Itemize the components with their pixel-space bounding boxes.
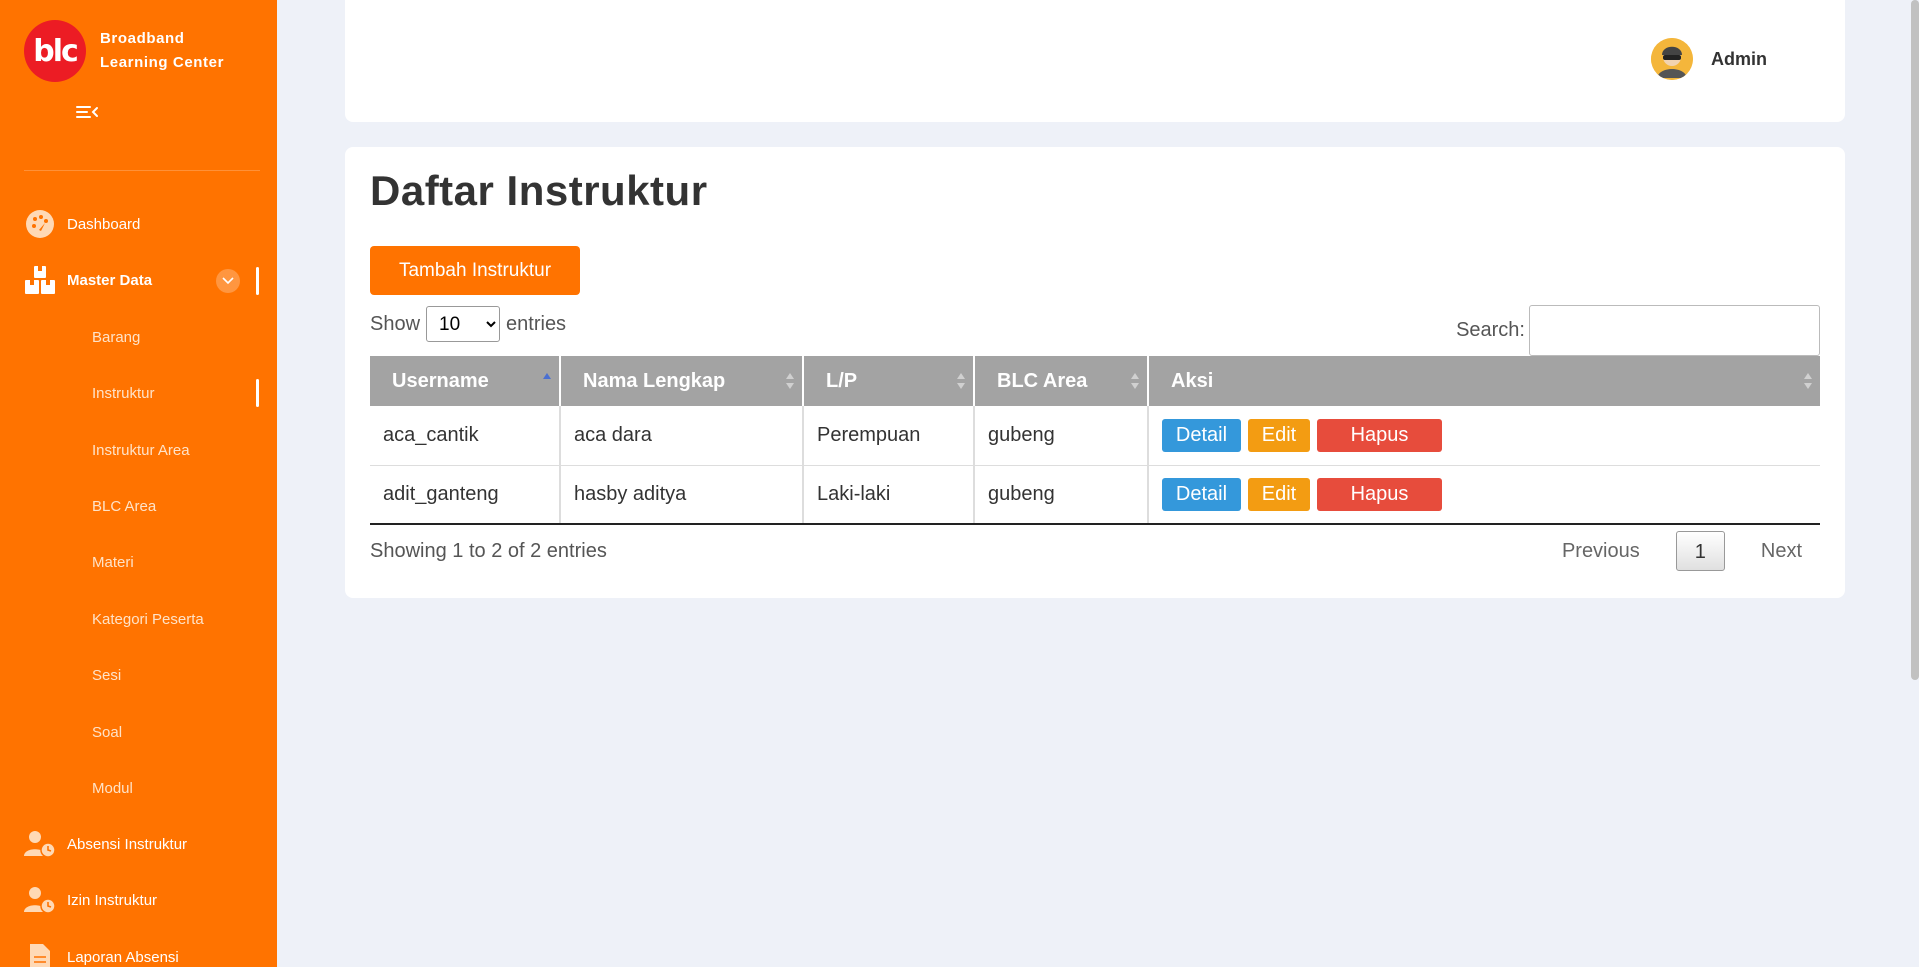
sidebar-item-dashboard[interactable]: Dashboard xyxy=(0,202,277,246)
search-label: Search: xyxy=(1456,319,1525,341)
sidebar-item-label: Barang xyxy=(92,328,141,346)
user-clock-icon xyxy=(24,828,56,860)
sidebar: blc Broadband Learning Center Dashboard … xyxy=(0,0,277,967)
hapus-button[interactable]: Hapus xyxy=(1317,477,1442,511)
cell-blc-area: gubeng xyxy=(974,406,1149,466)
sidebar-item-instruktur[interactable]: Instruktur xyxy=(0,371,277,415)
table-header-row: Username Nama Lengkap L/P BLC Area Aksi xyxy=(370,356,1820,406)
hapus-button[interactable]: Hapus xyxy=(1317,418,1442,452)
table-row: aca_cantik aca dara Perempuan gubeng Det… xyxy=(370,406,1820,466)
sidebar-item-label: Izin Instruktur xyxy=(67,891,158,909)
sort-icon xyxy=(786,373,794,389)
detail-button[interactable]: Detail xyxy=(1162,418,1241,452)
entries-length: Show 10 entries xyxy=(370,305,566,343)
cell-blc-area: gubeng xyxy=(974,465,1149,525)
sidebar-divider xyxy=(24,170,260,171)
avatar xyxy=(1651,38,1693,80)
cell-username: aca_cantik xyxy=(370,406,561,466)
column-label: L/P xyxy=(826,369,858,392)
sidebar-item-blc-area[interactable]: BLC Area xyxy=(0,484,277,528)
sidebar-item-label: Absensi Instruktur xyxy=(67,835,188,853)
instruktur-card: Daftar Instruktur Tambah Instruktur Show… xyxy=(345,147,1845,598)
column-header-username[interactable]: Username xyxy=(370,356,561,406)
master-data-active-indicator xyxy=(256,267,259,295)
pagination-next[interactable]: Next xyxy=(1743,531,1820,571)
page-title: Daftar Instruktur xyxy=(370,167,708,214)
search-input[interactable] xyxy=(1529,305,1820,356)
cell-aksi: Detail Edit Hapus xyxy=(1148,465,1820,525)
sort-icon xyxy=(1804,373,1812,389)
instruktur-active-indicator xyxy=(256,379,259,407)
user-clock-icon xyxy=(24,884,56,916)
sidebar-item-label: Master Data xyxy=(67,271,153,289)
blc-logo: blc xyxy=(24,20,86,82)
sidebar-item-laporan-absensi[interactable]: Laporan Absensi xyxy=(0,935,277,967)
brand-line2: Learning Center xyxy=(100,54,225,71)
sidebar-item-label: Dashboard xyxy=(67,215,141,233)
sidebar-item-label: Instruktur xyxy=(92,384,155,402)
sidebar-item-label: BLC Area xyxy=(92,497,157,515)
sidebar-item-kategori-peserta[interactable]: Kategori Peserta xyxy=(0,597,277,641)
length-label-entries: entries xyxy=(506,312,567,335)
column-header-lp[interactable]: L/P xyxy=(803,356,975,406)
sidebar-item-soal[interactable]: Soal xyxy=(0,710,277,754)
sidebar-item-label: Materi xyxy=(92,553,134,571)
user-name: Admin xyxy=(1711,48,1767,69)
pagination-page-1[interactable]: 1 xyxy=(1675,531,1725,571)
boxes-icon xyxy=(24,264,56,296)
length-label-show: Show xyxy=(370,312,421,335)
sidebar-item-label: Modul xyxy=(92,779,133,797)
column-label: BLC Area xyxy=(997,369,1088,392)
column-label: Nama Lengkap xyxy=(583,369,726,392)
cell-nama-lengkap: hasby aditya xyxy=(560,465,804,525)
entries-select[interactable]: 10 xyxy=(426,306,501,342)
column-header-aksi[interactable]: Aksi xyxy=(1148,356,1820,406)
cell-lp: Perempuan xyxy=(803,406,975,466)
column-label: Aksi xyxy=(1171,369,1214,392)
sidebar-item-materi[interactable]: Materi xyxy=(0,540,277,584)
cell-username: adit_ganteng xyxy=(370,465,561,525)
table-search: Search: xyxy=(1456,305,1820,356)
pagination-previous[interactable]: Previous xyxy=(1544,531,1658,571)
brand-line1: Broadband xyxy=(100,30,185,47)
dashboard-gauge-icon xyxy=(24,208,56,240)
sort-icon xyxy=(957,373,965,389)
sidebar-item-label: Instruktur Area xyxy=(92,441,190,459)
sort-asc-icon xyxy=(543,373,551,379)
page-scrollbar[interactable] xyxy=(1911,0,1919,680)
sidebar-item-sesi[interactable]: Sesi xyxy=(0,653,277,697)
cell-nama-lengkap: aca dara xyxy=(560,406,804,466)
top-header: Admin xyxy=(345,0,1845,122)
user-menu[interactable]: Admin xyxy=(1651,38,1767,80)
edit-button[interactable]: Edit xyxy=(1248,477,1310,511)
sidebar-item-label: Kategori Peserta xyxy=(92,610,204,628)
column-header-nama-lengkap[interactable]: Nama Lengkap xyxy=(560,356,804,406)
pagination: Previous 1 Next xyxy=(1544,531,1820,571)
column-label: Username xyxy=(392,369,489,392)
sidebar-item-label: Soal xyxy=(92,723,123,741)
chevron-down-icon[interactable] xyxy=(216,269,240,293)
table-info: Showing 1 to 2 of 2 entries xyxy=(370,540,607,562)
edit-button[interactable]: Edit xyxy=(1248,418,1310,452)
sidebar-item-absensi-instruktur[interactable]: Absensi Instruktur xyxy=(0,822,277,866)
file-icon xyxy=(24,941,56,967)
menu-collapse-icon[interactable] xyxy=(74,100,100,124)
add-instruktur-button[interactable]: Tambah Instruktur xyxy=(370,246,580,295)
column-header-blc-area[interactable]: BLC Area xyxy=(974,356,1149,406)
brand[interactable]: blc Broadband Learning Center xyxy=(24,20,224,82)
sidebar-item-barang[interactable]: Barang xyxy=(0,315,277,359)
sidebar-item-master-data[interactable]: Master Data xyxy=(0,258,277,302)
detail-button[interactable]: Detail xyxy=(1162,477,1241,511)
sidebar-item-modul[interactable]: Modul xyxy=(0,766,277,810)
sidebar-item-izin-instruktur[interactable]: Izin Instruktur xyxy=(0,878,277,922)
brand-name: Broadband Learning Center xyxy=(100,27,224,75)
cell-lp: Laki-laki xyxy=(803,465,975,525)
sidebar-item-label: Laporan Absensi xyxy=(67,948,179,966)
sidebar-item-instruktur-area[interactable]: Instruktur Area xyxy=(0,428,277,472)
sidebar-item-label: Sesi xyxy=(92,666,122,684)
cell-aksi: Detail Edit Hapus xyxy=(1148,406,1820,466)
table-row: adit_ganteng hasby aditya Laki-laki gube… xyxy=(370,465,1820,525)
instruktur-table: Username Nama Lengkap L/P BLC Area Aksi … xyxy=(370,356,1820,525)
sort-icon xyxy=(1131,373,1139,389)
